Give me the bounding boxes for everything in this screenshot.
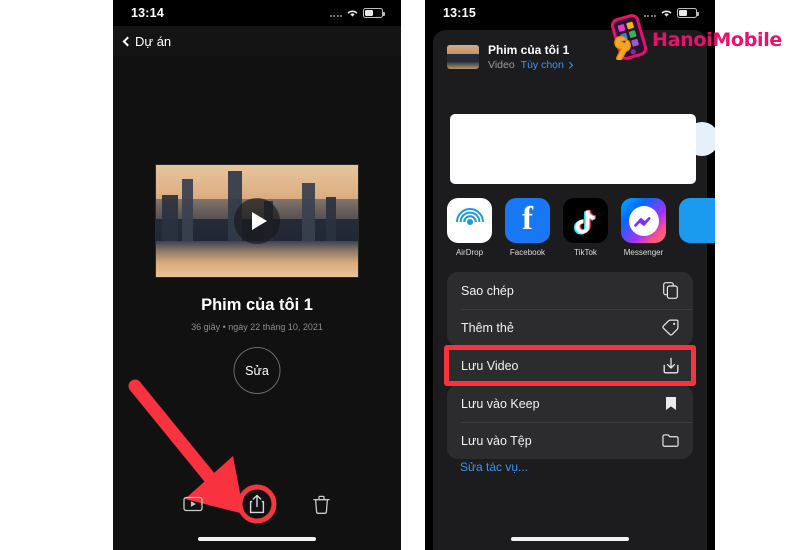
left-nav-bar: Dự án <box>113 26 401 56</box>
folder-icon <box>662 432 679 449</box>
watermark: HanoiMobile <box>608 14 782 65</box>
left-content-area: Phim của tôi 1 36 giây • ngày 22 tháng 1… <box>113 56 401 550</box>
app-label: Facebook <box>509 248 546 257</box>
page-title: Phim của tôi 1 <box>201 296 313 314</box>
thumbnail-building <box>182 179 193 242</box>
home-indicator <box>511 536 629 541</box>
share-sheet-card: Phim của tôi 1 Video Tùy chọn AirDrop f … <box>433 30 715 550</box>
back-button[interactable]: Dự án <box>122 34 171 49</box>
video-meta: 36 giây • ngày 22 tháng 10, 2021 <box>191 322 323 332</box>
content-preview[interactable] <box>450 114 696 184</box>
status-indicators <box>329 8 385 18</box>
right-phone-screenshot: 13:15 Phim của tôi 1 Video Tùy chọn AirD… <box>425 0 715 550</box>
thumbnail-building <box>162 195 178 242</box>
share-app-more[interactable] <box>679 198 715 248</box>
back-label: Dự án <box>135 33 172 49</box>
thumbnail-cityscape <box>447 54 479 63</box>
share-upload-icon <box>249 494 265 514</box>
shared-item-type: Video <box>488 59 515 71</box>
action-label: Lưu vào Tệp <box>461 433 532 448</box>
messenger-icon <box>621 198 666 243</box>
app-label: Messenger <box>623 248 664 257</box>
airdrop-icon <box>447 198 492 243</box>
video-thumbnail[interactable] <box>155 164 359 278</box>
thumbnail-building <box>302 183 315 242</box>
share-app-tiktok[interactable]: TikTok <box>563 198 608 257</box>
shared-item-info: Phim của tôi 1 Video Tùy chọn <box>488 43 573 71</box>
app-label: TikTok <box>574 248 597 257</box>
options-link[interactable]: Tùy chọn <box>520 59 573 71</box>
tiktok-icon <box>563 198 608 243</box>
play-in-box-icon[interactable] <box>182 493 204 515</box>
bookmark-icon <box>662 395 679 412</box>
edit-actions-link[interactable]: Sửa tác vụ... <box>460 460 528 474</box>
status-time: 13:15 <box>443 6 476 20</box>
action-label: Lưu vào Keep <box>461 396 540 411</box>
facebook-icon: f <box>505 198 550 243</box>
left-status-bar: 13:14 <box>113 0 401 26</box>
watermark-brand: Hanoi <box>652 28 713 51</box>
bottom-toolbar <box>113 484 401 524</box>
left-phone-screen: 13:14 Dự án Phim của tôi 1 36 giây • ngà… <box>113 0 401 550</box>
thumbnail-river <box>156 241 358 277</box>
phone-wrench-logo-icon <box>608 14 650 65</box>
play-button-icon[interactable] <box>234 198 280 244</box>
more-app-icon <box>679 198 715 243</box>
watermark-text: HanoiMobile <box>652 29 782 51</box>
share-app-airdrop[interactable]: AirDrop <box>447 198 492 257</box>
wifi-icon <box>346 8 359 18</box>
action-copy[interactable]: Sao chép <box>447 272 693 309</box>
share-app-messenger[interactable]: Messenger <box>621 198 666 257</box>
action-add-tag[interactable]: Thêm thẻ <box>447 309 693 346</box>
status-time: 13:14 <box>131 6 164 20</box>
options-label: Tùy chọn <box>520 59 564 71</box>
battery-icon <box>363 8 385 18</box>
save-video-highlight-box <box>444 345 696 386</box>
right-phone-screen: 13:15 Phim của tôi 1 Video Tùy chọn AirD… <box>425 0 715 550</box>
action-group-primary: Sao chép Thêm thẻ <box>447 272 693 346</box>
action-group-secondary: Lưu vào Keep Lưu vào Tệp <box>447 385 693 459</box>
action-label: Sao chép <box>461 283 514 298</box>
shared-item-subtitle: Video Tùy chọn <box>488 59 573 71</box>
signal-dots-icon <box>329 9 342 17</box>
action-label: Thêm thẻ <box>461 320 514 335</box>
play-triangle <box>251 212 267 230</box>
thumbnail-building <box>326 197 336 242</box>
shared-item-thumbnail <box>447 45 479 69</box>
chevron-left-icon <box>122 36 133 46</box>
share-button[interactable] <box>237 484 277 524</box>
home-indicator <box>198 536 316 541</box>
edit-button[interactable]: Sửa <box>233 347 281 394</box>
chevron-right-icon <box>565 61 573 69</box>
screenshot-canvas: 13:14 Dự án Phim của tôi 1 36 giây • ngà… <box>0 0 800 550</box>
watermark-brand2: Mobile <box>712 28 783 51</box>
trash-icon[interactable] <box>310 493 332 515</box>
action-save-to-files[interactable]: Lưu vào Tệp <box>447 422 693 459</box>
shared-item-title: Phim của tôi 1 <box>488 43 570 57</box>
share-app-facebook[interactable]: f Facebook <box>505 198 550 257</box>
copy-icon <box>662 282 679 299</box>
app-label: AirDrop <box>455 248 484 257</box>
edit-label: Sửa <box>245 363 269 378</box>
left-phone-screenshot: 13:14 Dự án Phim của tôi 1 36 giây • ngà… <box>113 0 401 550</box>
tag-icon <box>662 319 679 336</box>
app-share-row: AirDrop f Facebook TikTok Messenger <box>433 198 715 260</box>
action-save-to-keep[interactable]: Lưu vào Keep <box>447 385 693 422</box>
share-sheet: Phim của tôi 1 Video Tùy chọn AirDrop f … <box>425 26 715 550</box>
